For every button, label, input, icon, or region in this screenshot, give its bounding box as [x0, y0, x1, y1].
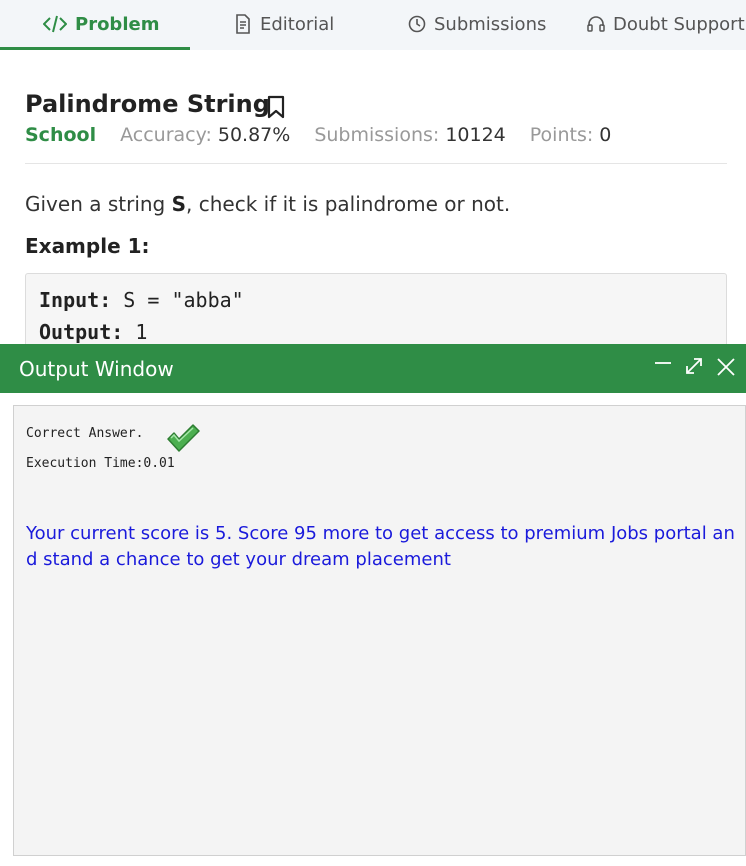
document-icon [234, 14, 252, 34]
execution-time: Execution Time:0.01 [26, 456, 175, 471]
submissions-value: 10124 [445, 124, 506, 146]
example-input-value: S = "abba" [111, 288, 244, 312]
tab-label: Submissions [434, 13, 547, 35]
clock-icon [408, 15, 426, 33]
divider [25, 163, 727, 164]
close-icon[interactable] [714, 354, 738, 378]
example-output-label: Output: [39, 320, 124, 344]
code-icon [43, 15, 67, 33]
tab-bar: Problem Editorial Submissions Doubt Supp… [0, 0, 746, 50]
output-window-title: Output Window [19, 357, 174, 381]
statement-text: , check if it is palindrome or not. [186, 192, 511, 216]
difficulty-badge[interactable]: School [25, 124, 96, 146]
problem-meta: School Accuracy: 50.87% Submissions: 101… [25, 124, 635, 146]
checkmark-icon [166, 423, 200, 458]
tab-problem[interactable]: Problem [43, 0, 159, 48]
points-label: Points: [529, 124, 594, 146]
accuracy-value: 50.87% [217, 124, 291, 146]
tab-submissions[interactable]: Submissions [408, 0, 546, 48]
tab-label: Doubt Support [613, 13, 745, 35]
tab-label: Editorial [260, 13, 335, 35]
example-output-line: Output: 1 [39, 320, 147, 344]
output-window-header[interactable]: Output Window [0, 344, 746, 393]
bookmark-icon[interactable] [266, 95, 286, 124]
example-input-line: Input: S = "abba" [39, 288, 244, 312]
tab-label: Problem [75, 13, 160, 35]
problem-title: Palindrome String [25, 90, 270, 118]
example-input-label: Input: [39, 288, 112, 312]
problem-statement: Given a string S, check if it is palindr… [25, 192, 510, 216]
example-output-value: 1 [123, 320, 148, 344]
example-heading: Example 1: [25, 234, 150, 258]
score-message: Your current score is 5. Score 95 more t… [26, 523, 735, 570]
active-tab-indicator [0, 47, 190, 50]
tab-doubt-support[interactable]: Doubt Support [587, 0, 745, 48]
submissions-label: Submissions: [314, 124, 440, 146]
tab-editorial[interactable]: Editorial [234, 0, 334, 48]
minimize-icon[interactable] [651, 354, 675, 378]
expand-icon[interactable] [682, 354, 706, 378]
headset-icon [587, 15, 605, 33]
statement-text: Given a string [25, 192, 172, 216]
statement-variable: S [171, 192, 187, 216]
output-window-body: Correct Answer. Execution Time:0.01 Your… [13, 405, 746, 856]
result-text: Correct Answer. [26, 426, 144, 441]
accuracy-label: Accuracy: [120, 124, 212, 146]
points-value: 0 [599, 124, 612, 146]
